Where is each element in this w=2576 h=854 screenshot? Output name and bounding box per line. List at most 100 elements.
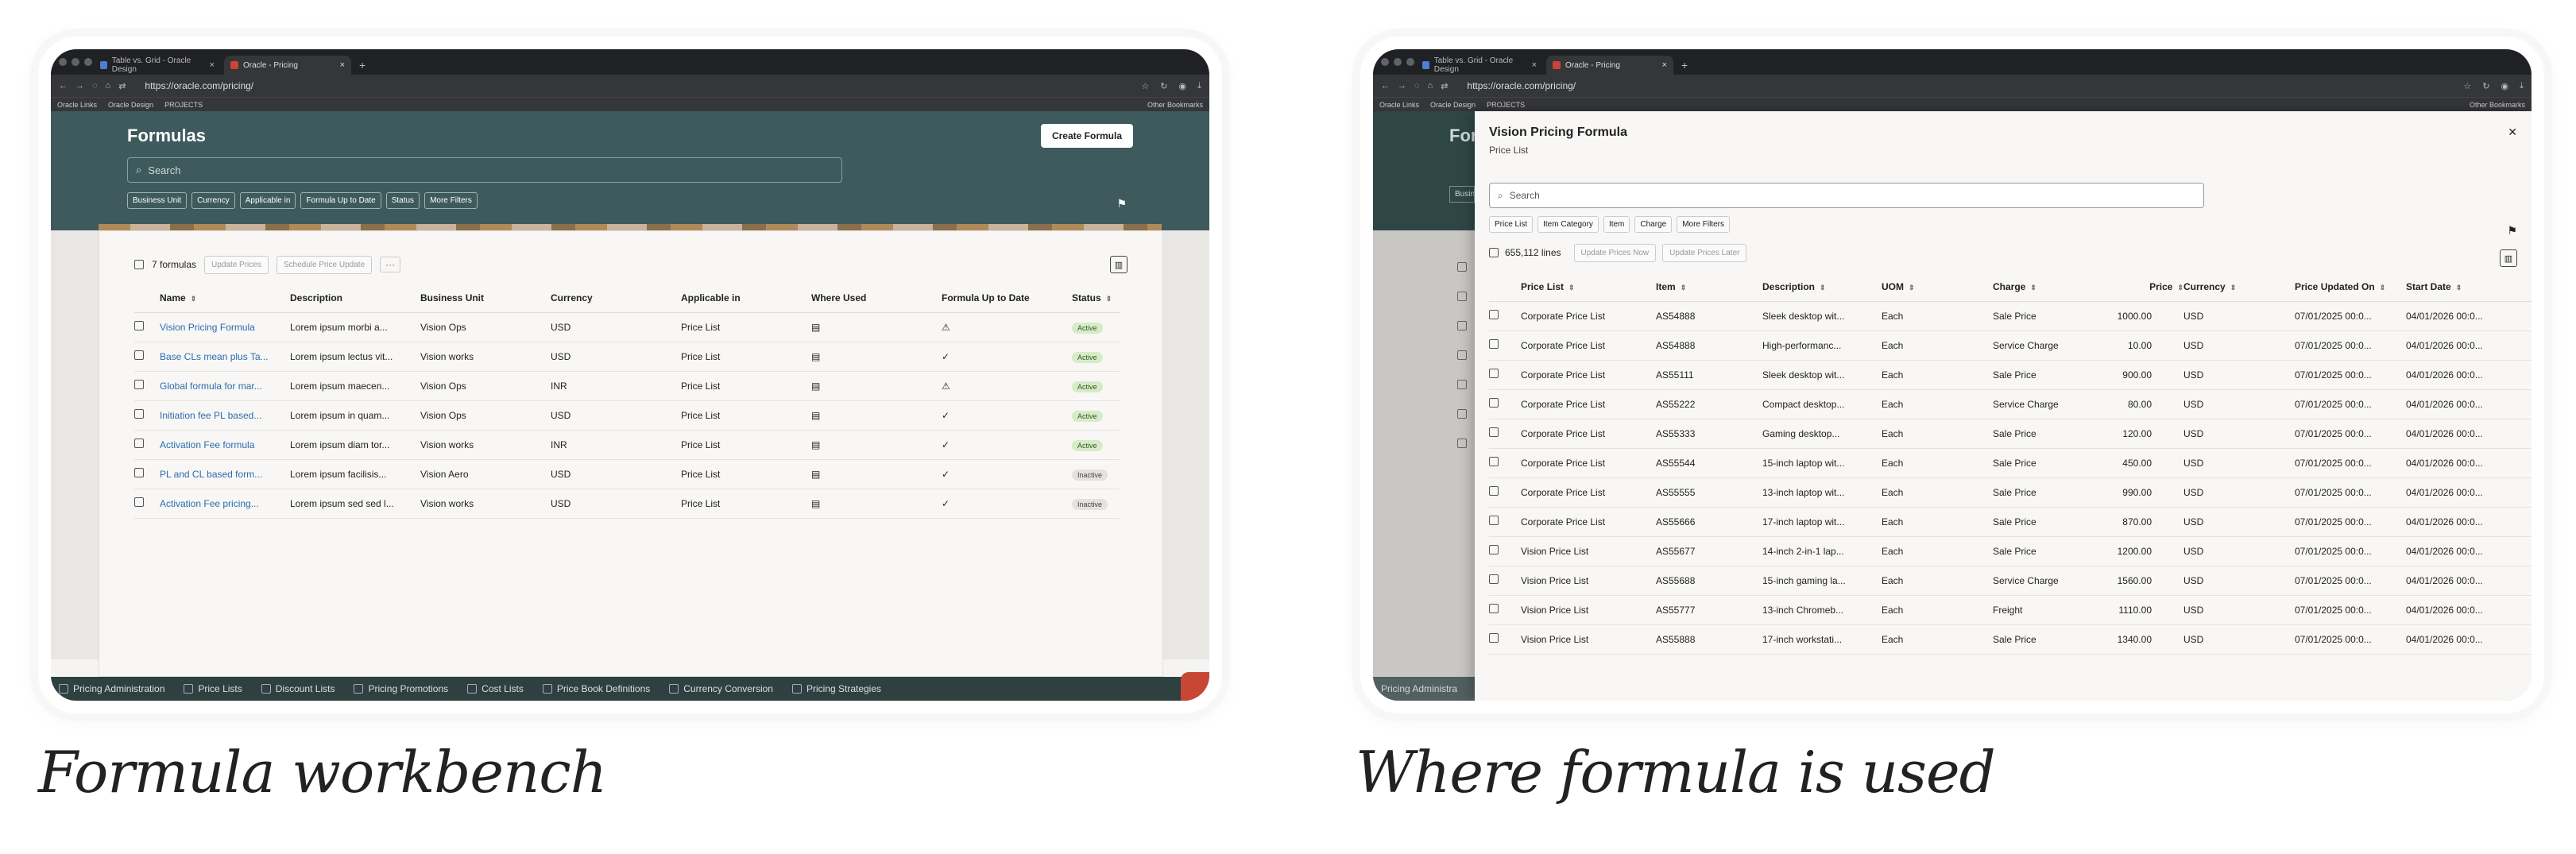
column-header[interactable]: Status ⇕ <box>1072 284 1120 313</box>
row-checkbox[interactable] <box>1489 457 1499 466</box>
columns-icon[interactable]: ▥ <box>1110 256 1127 273</box>
forward-icon[interactable]: → <box>75 81 84 91</box>
column-header[interactable]: Description <box>290 284 420 313</box>
filter-formula-up-to-date[interactable]: Formula Up to Date <box>300 192 381 209</box>
table-row[interactable]: Corporate Price List AS55555 13-inch lapto… <box>1489 477 2532 508</box>
star-icon[interactable]: ☆ <box>1141 81 1149 91</box>
row-checkbox[interactable] <box>1489 427 1499 437</box>
column-header[interactable]: Formula Up to Date <box>942 284 1072 313</box>
bookmark-icon[interactable]: ⚑ <box>1116 197 1127 211</box>
close-icon[interactable]: × <box>340 60 345 70</box>
table-row[interactable]: Corporate Price List AS55222 Compact deskt… <box>1489 389 2532 419</box>
settings-icon[interactable]: ⇄ <box>118 81 126 91</box>
sort-icon[interactable]: ⇕ <box>2380 284 2386 292</box>
url-field[interactable]: https://oracle.com/pricing/ <box>145 80 253 91</box>
url-field[interactable]: https://oracle.com/pricing/ <box>1467 80 1576 91</box>
close-icon[interactable]: × <box>210 60 215 70</box>
account-icon[interactable]: ◉ <box>2501 81 2509 91</box>
row-checkbox[interactable] <box>1489 398 1499 408</box>
row-checkbox[interactable] <box>134 497 144 507</box>
where-used-icon[interactable]: ▤ <box>811 410 820 421</box>
schedule-price-update-button[interactable]: Schedule Price Update <box>276 255 373 274</box>
download-icon[interactable]: ⤓ <box>2520 81 2524 91</box>
where-used-icon[interactable]: ▤ <box>811 381 820 392</box>
filter-price-list[interactable]: Price List <box>1489 216 1534 233</box>
bookmark-item[interactable]: Oracle Links <box>1379 101 1419 109</box>
table-row[interactable]: Corporate Price List AS55544 15-inch lapto… <box>1489 448 2532 478</box>
filter-more[interactable]: More Filters <box>424 192 478 209</box>
back-icon[interactable]: ← <box>1381 81 1390 91</box>
select-all-checkbox[interactable] <box>134 260 144 269</box>
lock-icon[interactable]: ⌂ <box>1428 81 1433 91</box>
row-checkbox[interactable] <box>1489 516 1499 525</box>
bookmark-icon[interactable]: ⚑ <box>2507 224 2517 238</box>
formula-name-link[interactable]: Global formula for mar... <box>160 371 290 401</box>
table-row[interactable]: Corporate Price List AS54888 High-performa… <box>1489 330 2532 361</box>
sort-icon[interactable]: ⇕ <box>2177 284 2183 292</box>
row-checkbox[interactable] <box>1489 339 1499 349</box>
row-checkbox[interactable] <box>1489 633 1499 643</box>
nav-item[interactable]: Price Lists <box>184 683 242 694</box>
table-row[interactable]: Activation Fee formula Lorem ipsum diam t… <box>134 430 1120 460</box>
row-checkbox[interactable] <box>134 468 144 477</box>
formula-name-link[interactable]: Initiation fee PL based... <box>160 400 290 431</box>
table-row[interactable]: Vision Price List AS55677 14-inch 2-in-1 l… <box>1489 536 2532 566</box>
filter-charge[interactable]: Charge <box>1634 216 1673 233</box>
new-tab-icon[interactable]: + <box>1677 59 1692 75</box>
column-header[interactable]: Item ⇕ <box>1656 272 1762 302</box>
filter-status[interactable]: Status <box>385 192 420 209</box>
sort-icon[interactable]: ⇕ <box>1909 284 1915 292</box>
formula-name-link[interactable]: Activation Fee formula <box>160 430 290 460</box>
table-row[interactable]: Vision Price List AS55688 15-inch gaming l… <box>1489 566 2532 596</box>
table-row[interactable]: Corporate Price List AS55333 Gaming deskto… <box>1489 419 2532 449</box>
column-header[interactable]: Price Updated On ⇕ <box>2295 272 2406 302</box>
filter-currency[interactable]: Currency <box>191 192 235 209</box>
other-bookmarks[interactable]: Other Bookmarks <box>1147 101 1203 109</box>
nav-item[interactable]: Discount Lists <box>261 683 335 694</box>
update-prices-button[interactable]: Update Prices <box>204 255 269 274</box>
search-input[interactable]: ⌕ Search <box>1489 183 2204 208</box>
filter-more[interactable]: More Filters <box>1677 216 1730 233</box>
row-checkbox[interactable] <box>134 321 144 330</box>
table-row[interactable]: PL and CL based form... Lorem ipsum facil… <box>134 459 1120 489</box>
update-prices-now-button[interactable]: Update Prices Now <box>1573 243 1657 262</box>
row-checkbox[interactable] <box>1489 604 1499 613</box>
column-header[interactable]: Start Date ⇕ <box>2406 272 2532 302</box>
nav-item[interactable]: Pricing Promotions <box>354 683 448 694</box>
column-header[interactable]: Description ⇕ <box>1762 272 1882 302</box>
sort-icon[interactable]: ⇕ <box>1681 284 1687 292</box>
formula-name-link[interactable]: PL and CL based form... <box>160 459 290 489</box>
where-used-icon[interactable]: ▤ <box>811 498 820 509</box>
back-icon[interactable]: ← <box>59 81 68 91</box>
reload-icon[interactable]: ↻ <box>2482 81 2489 91</box>
bookmark-item[interactable]: PROJECTS <box>164 101 203 109</box>
row-checkbox[interactable] <box>134 380 144 389</box>
table-row[interactable]: Corporate Price List AS54888 Sleek desktop… <box>1489 301 2532 331</box>
filter-applicable-in[interactable]: Applicable in <box>239 192 296 209</box>
table-row[interactable]: Activation Fee pricing... Lorem ipsum sed… <box>134 489 1120 519</box>
other-bookmarks[interactable]: Other Bookmarks <box>2470 101 2525 109</box>
sort-icon[interactable]: ⇕ <box>191 295 197 303</box>
close-icon[interactable]: ✕ <box>2508 126 2517 139</box>
bookmark-item[interactable]: Oracle Design <box>108 101 153 109</box>
update-prices-later-button[interactable]: Update Prices Later <box>1662 243 1747 262</box>
select-all-checkbox[interactable] <box>1489 248 1499 257</box>
formula-name-link[interactable]: Activation Fee pricing... <box>160 489 290 519</box>
row-checkbox[interactable] <box>1489 574 1499 584</box>
columns-icon[interactable]: ▥ <box>2500 249 2517 267</box>
row-checkbox[interactable] <box>1489 310 1499 319</box>
shield-icon[interactable]: ◌ <box>1414 81 1420 91</box>
nav-item[interactable]: Currency Conversion <box>669 683 773 694</box>
column-header[interactable]: UOM ⇕ <box>1882 272 1993 302</box>
forward-icon[interactable]: → <box>1398 81 1406 91</box>
sort-icon[interactable]: ⇕ <box>1106 295 1112 303</box>
table-row[interactable]: Corporate Price List AS55111 Sleek desktop… <box>1489 360 2532 390</box>
row-checkbox[interactable] <box>134 439 144 448</box>
table-row[interactable]: Corporate Price List AS55666 17-inch lapto… <box>1489 507 2532 537</box>
column-header[interactable]: Price List ⇕ <box>1521 272 1656 302</box>
nav-item[interactable]: Cost Lists <box>467 683 524 694</box>
sort-icon[interactable]: ⇕ <box>2230 284 2237 292</box>
table-row[interactable]: Vision Price List AS55888 17-inch workstat… <box>1489 624 2532 655</box>
sort-icon[interactable]: ⇕ <box>2456 284 2462 292</box>
sort-icon[interactable]: ⇕ <box>2030 284 2036 292</box>
